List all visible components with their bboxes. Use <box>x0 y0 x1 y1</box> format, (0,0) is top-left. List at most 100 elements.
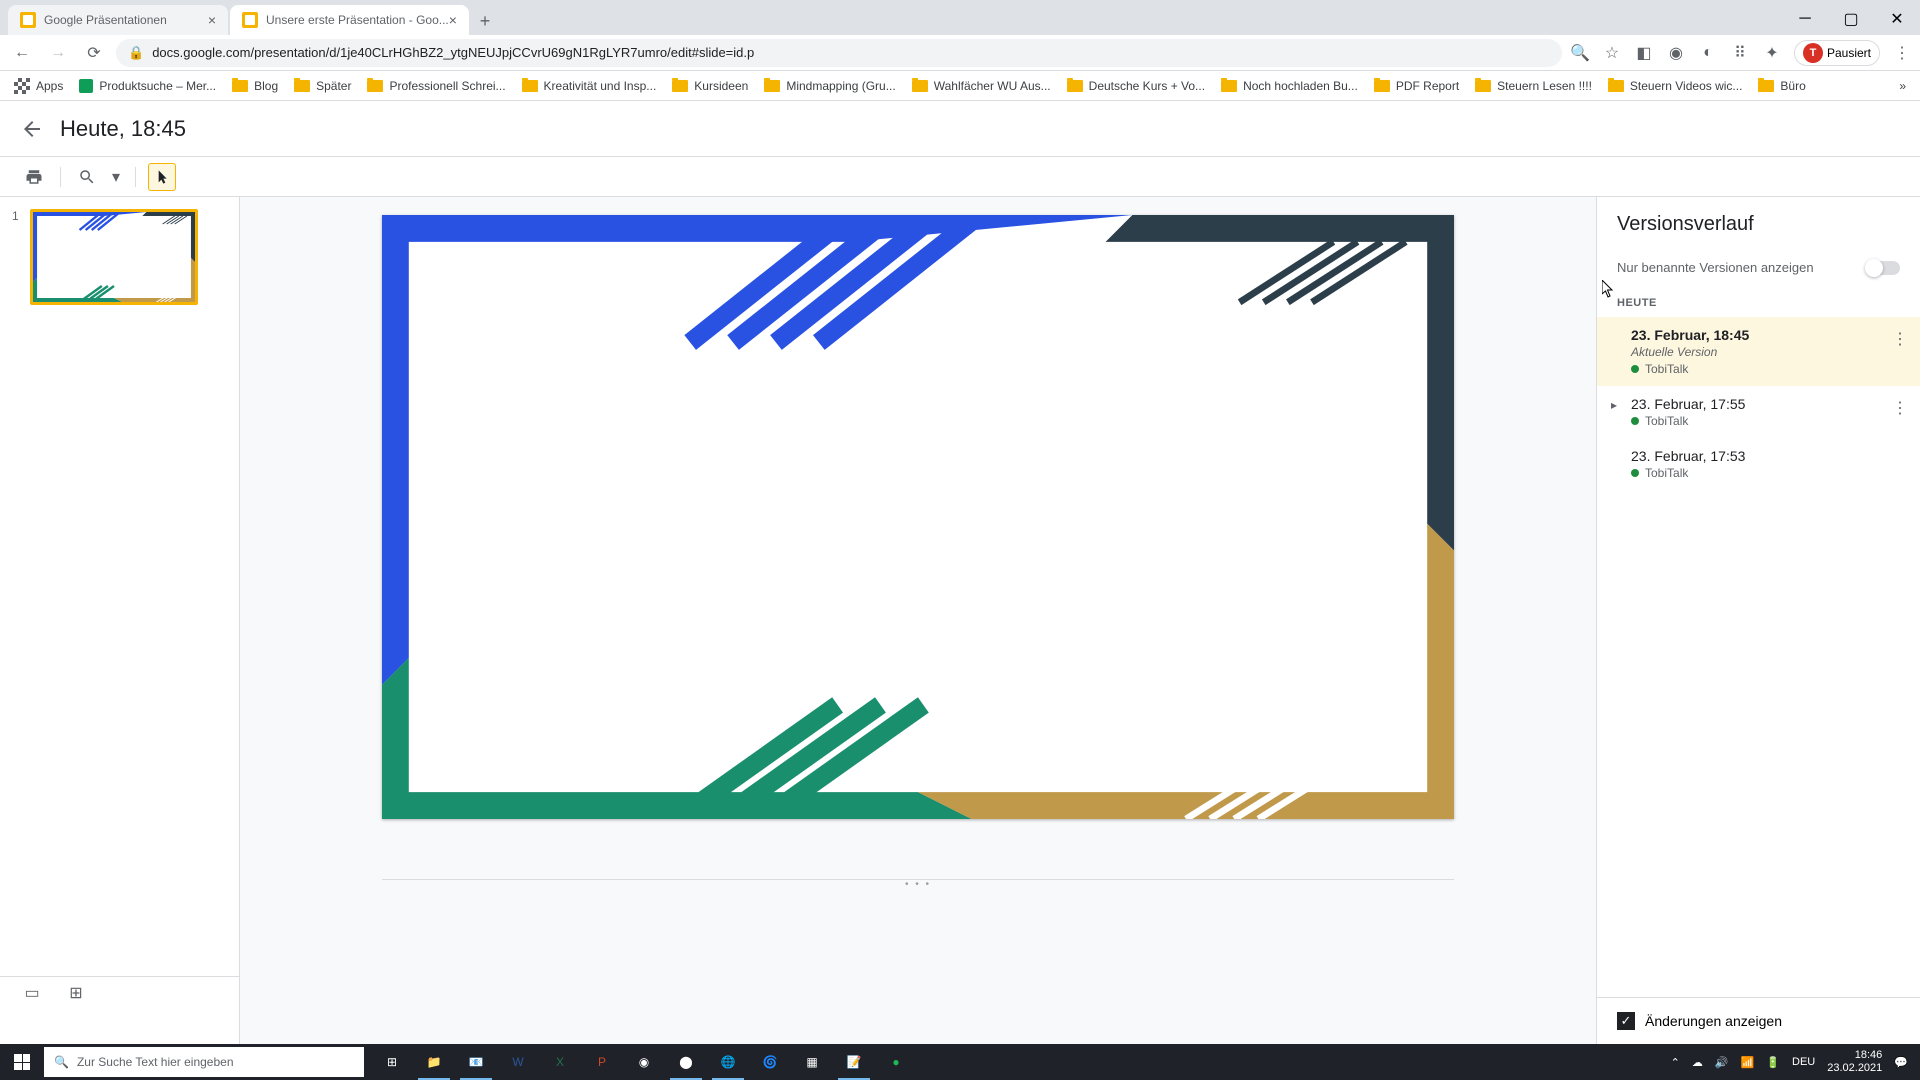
bookmark-item[interactable]: Büro <box>1752 75 1811 97</box>
bookmark-item[interactable]: Wahlfächer WU Aus... <box>906 75 1057 97</box>
show-changes-checkbox[interactable]: ✓ <box>1617 1012 1635 1030</box>
bookmark-item[interactable]: Deutsche Kurs + Vo... <box>1061 75 1211 97</box>
print-button[interactable] <box>20 163 48 191</box>
slide-thumbnail[interactable] <box>30 209 198 305</box>
bookmarks-overflow[interactable]: » <box>1893 75 1912 97</box>
bookmark-label: PDF Report <box>1396 79 1459 93</box>
folder-icon <box>1608 80 1624 92</box>
bookmark-favicon <box>79 79 93 93</box>
profile-status: Pausiert <box>1827 46 1871 60</box>
close-tab-icon[interactable]: × <box>208 12 216 28</box>
reload-button[interactable]: ⟳ <box>80 39 108 67</box>
folder-icon <box>294 80 310 92</box>
forward-button[interactable]: → <box>44 39 72 67</box>
extension-icon[interactable]: ◧ <box>1634 43 1654 63</box>
zoom-button[interactable] <box>73 163 101 191</box>
bookmark-item[interactable]: Professionell Schrei... <box>361 75 511 97</box>
extensions-menu-icon[interactable]: ✦ <box>1762 43 1782 63</box>
windows-search-input[interactable]: 🔍 Zur Suche Text hier eingeben <box>44 1047 364 1077</box>
window-controls: ─ ▢ ✕ <box>1782 3 1920 35</box>
start-button[interactable] <box>0 1044 44 1080</box>
spotify-icon[interactable]: ● <box>876 1044 916 1080</box>
bookmark-label: Büro <box>1780 79 1805 93</box>
chrome-menu-icon[interactable]: ⋮ <box>1892 43 1912 63</box>
version-item[interactable]: 23. Februar, 18:45Aktuelle VersionTobiTa… <box>1597 317 1920 386</box>
version-menu-icon[interactable]: ⋮ <box>1892 329 1908 349</box>
onedrive-icon[interactable]: ☁ <box>1692 1056 1703 1069</box>
folder-icon <box>1475 80 1491 92</box>
extension-icon[interactable]: ⠿ <box>1730 43 1750 63</box>
browser-tab[interactable]: Google Präsentationen × <box>8 5 228 35</box>
filmstrip-view-button[interactable]: ▭ <box>20 984 44 1002</box>
expand-icon[interactable]: ▸ <box>1611 398 1617 412</box>
version-section-label: HEUTE <box>1597 289 1920 317</box>
named-versions-toggle[interactable] <box>1866 261 1900 275</box>
battery-icon[interactable]: 🔋 <box>1766 1056 1780 1069</box>
notepad-icon[interactable]: 📝 <box>834 1044 874 1080</box>
extension-icon[interactable]: ◉ <box>1666 43 1686 63</box>
obs-icon[interactable]: ⬤ <box>666 1044 706 1080</box>
bookmark-item[interactable]: Produktsuche – Mer... <box>73 75 222 97</box>
browser-tab-active[interactable]: Unsere erste Präsentation - Goo... × <box>230 5 469 35</box>
task-view-icon[interactable]: ⊞ <box>372 1044 412 1080</box>
bookmark-item[interactable]: Später <box>288 75 357 97</box>
notes-divider[interactable]: • • • <box>382 879 1454 889</box>
folder-icon <box>367 80 383 92</box>
new-tab-button[interactable]: + <box>471 7 499 35</box>
language-indicator[interactable]: DEU <box>1792 1056 1815 1068</box>
zoom-dropdown[interactable]: ▾ <box>109 163 123 191</box>
version-user: TobiTalk <box>1631 466 1900 480</box>
version-timestamp: 23. Februar, 18:45 <box>1631 327 1900 343</box>
bookmark-item[interactable]: PDF Report <box>1368 75 1465 97</box>
version-item[interactable]: ▸23. Februar, 17:55TobiTalk⋮ <box>1597 386 1920 438</box>
bookmark-item[interactable]: Steuern Videos wic... <box>1602 75 1749 97</box>
version-history-sidebar: Versionsverlauf Nur benannte Versionen a… <box>1596 197 1920 1044</box>
folder-icon <box>1758 80 1774 92</box>
back-button[interactable]: ← <box>8 39 36 67</box>
word-icon[interactable]: W <box>498 1044 538 1080</box>
notifications-icon[interactable]: 💬 <box>1894 1056 1908 1069</box>
slide-canvas[interactable] <box>382 215 1454 819</box>
mail-icon[interactable]: 📧 <box>456 1044 496 1080</box>
bookmark-label: Deutsche Kurs + Vo... <box>1089 79 1205 93</box>
volume-icon[interactable]: 🔊 <box>1715 1056 1729 1069</box>
app-icon[interactable]: ▦ <box>792 1044 832 1080</box>
minimize-button[interactable]: ─ <box>1782 3 1828 35</box>
bookmark-item[interactable]: Noch hochladen Bu... <box>1215 75 1364 97</box>
folder-icon <box>1067 80 1083 92</box>
tray-expand-icon[interactable]: ⌃ <box>1671 1056 1680 1069</box>
bookmark-item[interactable]: Mindmapping (Gru... <box>758 75 901 97</box>
extension-icon[interactable]: ◐ <box>1698 43 1718 63</box>
close-tab-icon[interactable]: × <box>449 12 457 28</box>
bookmark-item[interactable]: Steuern Lesen !!!! <box>1469 75 1598 97</box>
profile-badge[interactable]: T Pausiert <box>1794 40 1880 66</box>
powerpoint-icon[interactable]: P <box>582 1044 622 1080</box>
bookmark-item[interactable]: Apps <box>8 74 69 98</box>
zoom-icon[interactable]: 🔍 <box>1570 43 1590 63</box>
url-text: docs.google.com/presentation/d/1je40CLrH… <box>152 45 754 60</box>
bookmark-label: Noch hochladen Bu... <box>1243 79 1358 93</box>
bookmark-item[interactable]: Blog <box>226 75 284 97</box>
thumbnail-number: 1 <box>12 209 24 305</box>
grid-view-button[interactable]: ⊞ <box>64 984 88 1002</box>
toolbar: ▾ <box>0 157 1920 197</box>
close-window-button[interactable]: ✕ <box>1874 3 1920 35</box>
edge-icon[interactable]: 🌀 <box>750 1044 790 1080</box>
back-arrow-button[interactable] <box>20 117 44 141</box>
file-explorer-icon[interactable]: 📁 <box>414 1044 454 1080</box>
time-text: 18:46 <box>1827 1049 1882 1062</box>
clock[interactable]: 18:46 23.02.2021 <box>1827 1049 1882 1075</box>
bookmark-item[interactable]: Kursideen <box>666 75 754 97</box>
maximize-button[interactable]: ▢ <box>1828 3 1874 35</box>
version-menu-icon[interactable]: ⋮ <box>1892 398 1908 418</box>
bookmark-label: Kreativität und Insp... <box>544 79 657 93</box>
star-icon[interactable]: ☆ <box>1602 43 1622 63</box>
version-item[interactable]: 23. Februar, 17:53TobiTalk <box>1597 438 1920 490</box>
select-tool-button[interactable] <box>148 163 176 191</box>
excel-icon[interactable]: X <box>540 1044 580 1080</box>
app-icon[interactable]: ◉ <box>624 1044 664 1080</box>
url-input[interactable]: 🔒 docs.google.com/presentation/d/1je40CL… <box>116 39 1562 67</box>
chrome-icon[interactable]: 🌐 <box>708 1044 748 1080</box>
bookmark-item[interactable]: Kreativität und Insp... <box>516 75 663 97</box>
wifi-icon[interactable]: 📶 <box>1741 1056 1755 1069</box>
